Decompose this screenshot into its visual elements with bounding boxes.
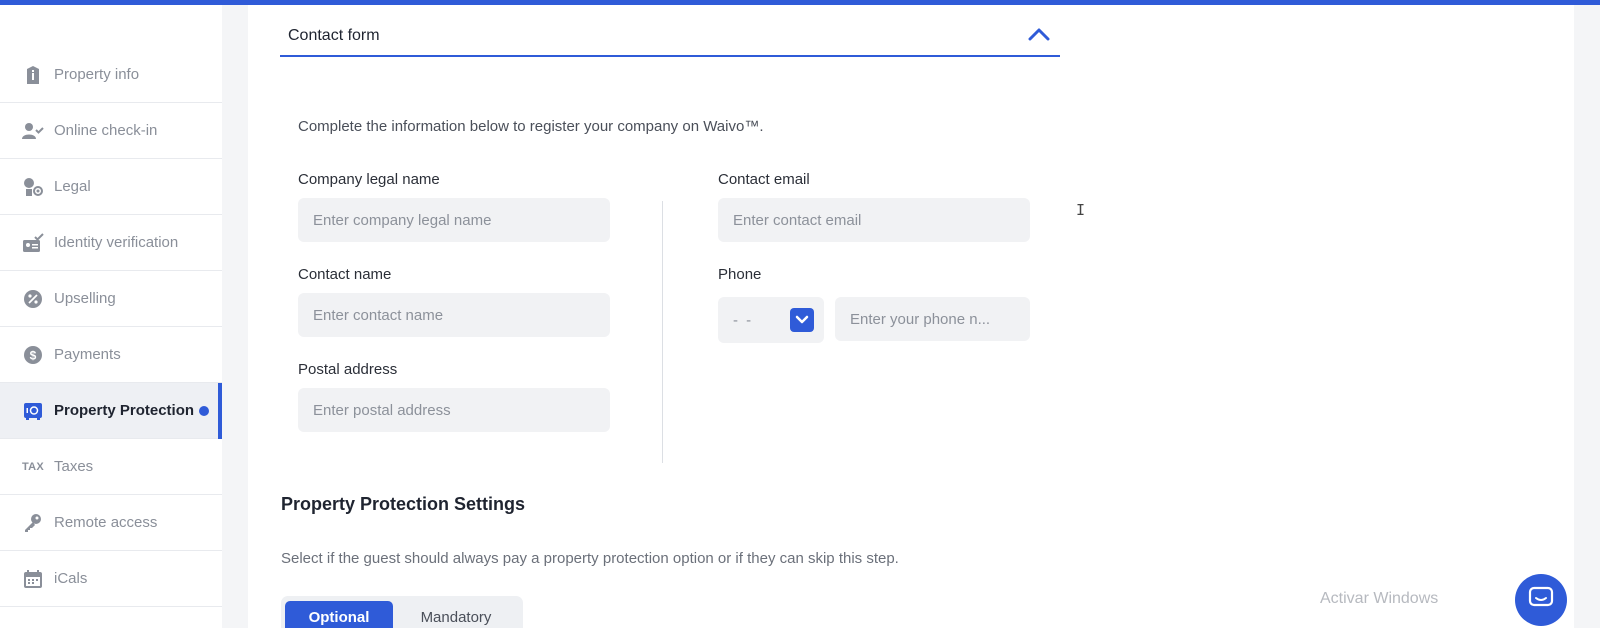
percent-badge-icon — [22, 288, 44, 310]
sidebar-item-label: Payments — [54, 346, 121, 363]
key-icon — [22, 512, 44, 534]
company-legal-name-label: Company legal name — [298, 171, 440, 188]
protection-settings-description: Select if the guest should always pay a … — [281, 550, 899, 567]
sidebar-item-property-protection[interactable]: Property Protection — [0, 383, 222, 439]
chat-support-button[interactable] — [1515, 574, 1567, 626]
contact-form-accordion-header[interactable]: Contact form — [280, 17, 1060, 57]
text-cursor-icon: I — [1076, 201, 1086, 219]
contact-form-title: Contact form — [288, 27, 380, 44]
sidebar-item-identity-verification[interactable]: Identity verification — [0, 215, 222, 271]
chevron-down-icon[interactable] — [790, 308, 814, 332]
calendar-icon — [22, 568, 44, 590]
contact-form-intro: Complete the information below to regist… — [298, 118, 764, 135]
sidebar-item-online-check-in[interactable]: Online check-in — [0, 103, 222, 159]
user-check-icon — [22, 120, 44, 142]
sidebar-item-label: Identity verification — [54, 234, 179, 251]
chevron-up-icon[interactable] — [1028, 27, 1050, 46]
phone-number-input[interactable] — [835, 297, 1030, 341]
svg-text:$: $ — [30, 348, 37, 362]
column-divider — [662, 201, 663, 463]
main-content: Contact form Complete the information be… — [248, 5, 1574, 628]
mandatory-option[interactable]: Mandatory — [393, 601, 519, 628]
sidebar-item-payments[interactable]: $ Payments — [0, 327, 222, 383]
phone-label: Phone — [718, 266, 762, 283]
notification-dot — [199, 405, 210, 416]
contact-name-input[interactable] — [298, 293, 610, 337]
contact-email-label: Contact email — [718, 171, 810, 188]
sidebar-item-property-info[interactable]: Property info — [0, 47, 222, 103]
sidebar-item-legal[interactable]: Legal — [0, 159, 222, 215]
sidebar-item-icals[interactable]: iCals — [0, 551, 222, 607]
postal-address-label: Postal address — [298, 361, 398, 378]
sidebar-item-label: Remote access — [54, 514, 158, 531]
sidebar-item-upselling[interactable]: Upselling — [0, 271, 222, 327]
company-legal-name-input[interactable] — [298, 198, 610, 242]
legal-icon — [22, 176, 44, 198]
sidebar-nav: Property info Online check-in Legal Iden… — [0, 5, 222, 628]
contact-name-label: Contact name — [298, 266, 392, 283]
dollar-icon: $ — [22, 344, 44, 366]
sidebar-item-label: Legal — [54, 178, 91, 195]
sidebar-item-remote-access[interactable]: Remote access — [0, 495, 222, 551]
sidebar-item-label: Property info — [54, 66, 140, 83]
protection-mode-toggle: Optional Mandatory — [281, 596, 523, 628]
postal-address-input[interactable] — [298, 388, 610, 432]
activation-watermark: Activar Windows — [1320, 590, 1439, 607]
sidebar-item-label: Property Protection — [54, 402, 195, 419]
sidebar-item-label: Online check-in — [54, 122, 158, 139]
country-code-value: - - — [733, 311, 754, 329]
protection-settings-title: Property Protection Settings — [281, 494, 526, 514]
safe-icon — [22, 400, 44, 422]
chat-icon — [1528, 586, 1554, 615]
id-card-icon — [22, 232, 44, 254]
info-icon — [22, 64, 44, 86]
sidebar-item-label: Upselling — [54, 290, 116, 307]
optional-option[interactable]: Optional — [285, 601, 393, 628]
phone-country-code-select[interactable]: - - — [718, 297, 824, 343]
sidebar-item-label: Taxes — [54, 458, 94, 475]
active-indicator — [218, 383, 222, 439]
sidebar-item-taxes[interactable]: TAX Taxes — [0, 439, 222, 495]
contact-email-input[interactable] — [718, 198, 1030, 242]
tax-icon: TAX — [21, 460, 45, 473]
sidebar-item-label: iCals — [54, 570, 88, 587]
